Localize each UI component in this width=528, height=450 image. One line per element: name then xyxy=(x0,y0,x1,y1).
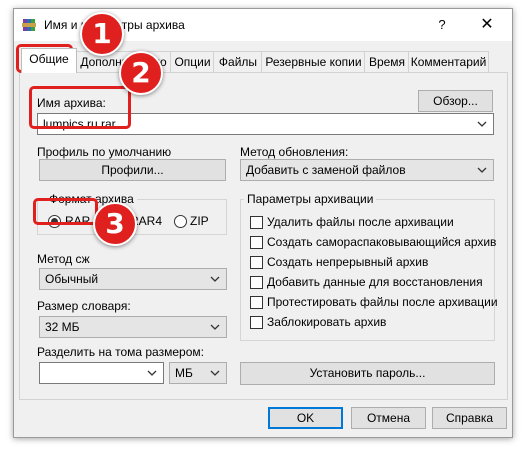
chevron-down-icon xyxy=(210,276,220,282)
split-unit-value: МБ xyxy=(175,366,193,380)
update-method-select[interactable]: Добавить с заменой файлов xyxy=(240,159,494,181)
test-files-label: Протестировать файлы после архивации xyxy=(267,295,498,309)
split-unit-select[interactable]: МБ xyxy=(169,362,227,384)
dictionary-label: Размер словаря: xyxy=(37,299,131,313)
step-badge-1: 1 xyxy=(80,12,124,56)
tab-general[interactable]: Общие xyxy=(21,48,77,73)
tab-backup[interactable]: Резервные копии xyxy=(261,51,366,72)
recovery-label: Добавить данные для восстановления xyxy=(267,275,483,289)
lock-archive-label: Заблокировать архив xyxy=(267,315,387,329)
archive-options-group: Параметры архивации Удалить файлы после … xyxy=(240,192,498,341)
split-label: Разделить на тома размером: xyxy=(37,345,204,359)
highlight-frame-archive-name xyxy=(29,86,131,129)
compression-select[interactable]: Обычный xyxy=(39,268,227,290)
winrar-app-icon xyxy=(22,19,36,31)
help-icon[interactable]: ? xyxy=(432,16,452,34)
solid-label: Создать непрерывный архив xyxy=(267,255,429,269)
sfx-checkbox[interactable] xyxy=(250,236,263,249)
chevron-down-icon xyxy=(477,121,487,127)
help-button[interactable]: Справка xyxy=(432,407,507,429)
recovery-checkbox[interactable] xyxy=(250,276,263,289)
chevron-down-icon xyxy=(147,370,157,376)
set-password-button[interactable]: Установить пароль... xyxy=(240,362,495,385)
format-zip-label: ZIP xyxy=(190,214,209,228)
solid-checkbox[interactable] xyxy=(250,256,263,269)
archive-options-title: Параметры архивации xyxy=(244,192,377,206)
chevron-down-icon xyxy=(477,167,487,173)
highlight-frame-format xyxy=(33,198,98,225)
step-badge-2: 2 xyxy=(119,51,163,95)
ok-button[interactable]: OK xyxy=(268,407,343,429)
tab-files[interactable]: Файлы xyxy=(213,51,263,72)
test-files-checkbox[interactable] xyxy=(250,296,263,309)
format-zip-radio[interactable] xyxy=(174,215,187,228)
chevron-down-icon xyxy=(210,324,220,330)
chevron-down-icon xyxy=(210,370,220,376)
split-size-input[interactable] xyxy=(39,362,164,384)
browse-button[interactable]: Обзор... xyxy=(418,90,493,112)
dictionary-value: 32 МБ xyxy=(45,320,80,334)
close-icon[interactable]: ✕ xyxy=(472,14,502,36)
tab-options[interactable]: Опции xyxy=(170,51,215,72)
profile-label: Профиль по умолчанию xyxy=(37,145,172,159)
update-method-value: Добавить с заменой файлов xyxy=(246,163,406,177)
profiles-button[interactable]: Профили... xyxy=(39,159,226,181)
delete-files-label: Удалить файлы после архивации xyxy=(267,215,454,229)
delete-files-checkbox[interactable] xyxy=(250,216,263,229)
lock-archive-checkbox[interactable] xyxy=(250,316,263,329)
tab-comment[interactable]: Комментарий xyxy=(408,51,489,72)
dictionary-select[interactable]: 32 МБ xyxy=(39,316,227,338)
step-badge-3: 3 xyxy=(93,202,137,246)
compression-value: Обычный xyxy=(45,272,99,286)
sfx-label: Создать самораспаковывающийся архив xyxy=(267,235,497,249)
compression-label: Метод сж xyxy=(37,252,90,266)
update-method-label: Метод обновления: xyxy=(240,145,349,159)
cancel-button[interactable]: Отмена xyxy=(351,407,426,429)
tab-time[interactable]: Время xyxy=(364,51,410,72)
